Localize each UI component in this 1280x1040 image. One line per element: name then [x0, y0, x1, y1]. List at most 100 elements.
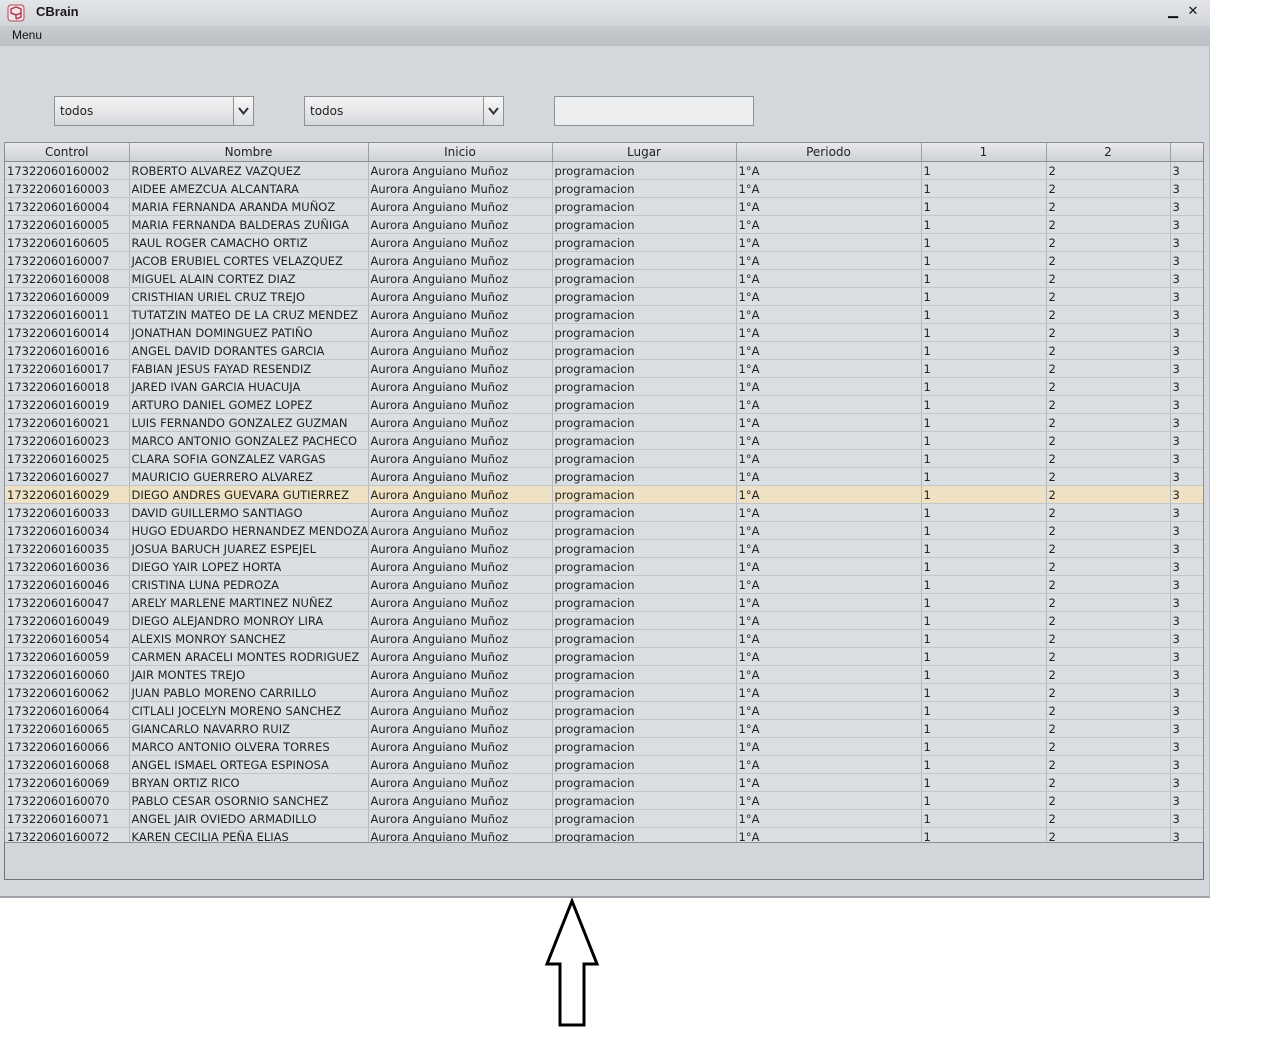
app-window: CBrain ▁ ✕ Menu todos todos Control Nomb…: [0, 0, 1210, 898]
grade-3-cell: 3: [1170, 179, 1203, 198]
table-row[interactable]: 17322060160062 JUAN PABLO MORENO CARRILLO…: [5, 683, 1203, 702]
grade-1-cell: 1: [921, 647, 1047, 666]
table-row[interactable]: 17322060160605 RAUL ROGER CAMACHO ORTIZ Au…: [5, 233, 1203, 252]
control-cell: 17322060160047: [5, 593, 130, 612]
nombre-cell: FABIAN JESUS FAYAD RESENDIZ: [129, 359, 369, 378]
table-row[interactable]: 17322060160011 TUTATZIN MATEO DE LA CRUZ …: [5, 305, 1203, 324]
table-row[interactable]: 17322060160004 MARIA FERNANDA ARANDA MUÑO…: [5, 197, 1203, 216]
column-header[interactable]: Lugar: [552, 143, 737, 162]
grade-3-cell: 3: [1170, 575, 1203, 594]
table-row[interactable]: 17322060160017 FABIAN JESUS FAYAD RESENDI…: [5, 359, 1203, 378]
table-row[interactable]: 17322060160070 PABLO CESAR OSORNIO SANCHE…: [5, 791, 1203, 810]
grade-2-cell: 2: [1046, 737, 1171, 756]
table-row[interactable]: 17322060160025 CLARA SOFIA GONZALEZ VARGA…: [5, 449, 1203, 468]
nombre-cell: HUGO EDUARDO HERNANDEZ MENDOZA: [129, 521, 369, 540]
table-row[interactable]: 17322060160069 BRYAN ORTIZ RICO Aurora Ang…: [5, 773, 1203, 792]
periodo-cell: 1°A: [736, 575, 922, 594]
column-header[interactable]: Nombre: [129, 143, 369, 162]
column-header[interactable]: 2: [1046, 143, 1171, 162]
filter-combo-1[interactable]: todos: [54, 96, 254, 126]
table-row[interactable]: 17322060160047 ARELY MARLENE MARTINEZ NUÑ…: [5, 593, 1203, 612]
grade-3-cell: 3: [1170, 683, 1203, 702]
table-row[interactable]: 17322060160036 DIEGO YAIR LOPEZ HORTA Auro…: [5, 557, 1203, 576]
grade-1-cell: 1: [921, 179, 1047, 198]
table-row[interactable]: 17322060160059 CARMEN ARACELI MONTES RODR…: [5, 647, 1203, 666]
control-cell: 17322060160033: [5, 503, 130, 522]
nombre-cell: CRISTINA LUNA PEDROZA: [129, 575, 369, 594]
table-row[interactable]: 17322060160029 DIEGO ANDRES GUEVARA GUTIE…: [5, 485, 1203, 504]
nombre-cell: DIEGO ANDRES GUEVARA GUTIERREZ: [129, 485, 369, 504]
grade-1-cell: 1: [921, 575, 1047, 594]
table-row[interactable]: 17322060160046 CRISTINA LUNA PEDROZA Auror…: [5, 575, 1203, 594]
control-cell: 17322060160003: [5, 179, 130, 198]
chevron-down-icon[interactable]: [233, 97, 253, 125]
control-cell: 17322060160016: [5, 341, 130, 360]
table-row[interactable]: 17322060160014 JONATHAN DOMINGUEZ PATIÑO A…: [5, 323, 1203, 342]
table-row[interactable]: 17322060160018 JARED IVAN GARCIA HUACUJA A…: [5, 377, 1203, 396]
inicio-cell: Aurora Anguiano Muñoz: [368, 341, 553, 360]
column-header[interactable]: Inicio: [368, 143, 553, 162]
filter-combo-2[interactable]: todos: [304, 96, 504, 126]
control-cell: 17322060160019: [5, 395, 130, 414]
table-row[interactable]: 17322060160066 MARCO ANTONIO OLVERA TORRE…: [5, 737, 1203, 756]
table-row[interactable]: 17322060160023 MARCO ANTONIO GONZALEZ PAC…: [5, 431, 1203, 450]
inicio-cell: Aurora Anguiano Muñoz: [368, 647, 553, 666]
chevron-down-icon[interactable]: [483, 97, 503, 125]
nombre-cell: JAIR MONTES TREJO: [129, 665, 369, 684]
table-row[interactable]: 17322060160009 CRISTHIAN URIEL CRUZ TREJO…: [5, 287, 1203, 306]
control-cell: 17322060160025: [5, 449, 130, 468]
table-row[interactable]: 17322060160021 LUIS FERNANDO GONZALEZ GUZ…: [5, 413, 1203, 432]
grade-1-cell: 1: [921, 197, 1047, 216]
table-row[interactable]: 17322060160003 AIDEE AMEZCUA ALCANTARA Aur…: [5, 179, 1203, 198]
nombre-cell: CITLALI JOCELYN MORENO SANCHEZ: [129, 701, 369, 720]
search-input[interactable]: [554, 96, 754, 126]
table-row[interactable]: 17322060160019 ARTURO DANIEL GOMEZ LOPEZ A…: [5, 395, 1203, 414]
control-cell: 17322060160029: [5, 485, 130, 504]
grade-2-cell: 2: [1046, 197, 1171, 216]
lugar-cell: programacion: [552, 791, 737, 810]
grade-3-cell: 3: [1170, 701, 1203, 720]
table-row[interactable]: 17322060160060 JAIR MONTES TREJO Aurora An…: [5, 665, 1203, 684]
table-row[interactable]: 17322060160008 MIGUEL ALAIN CORTEZ DIAZ Au…: [5, 269, 1203, 288]
lugar-cell: programacion: [552, 773, 737, 792]
title-bar[interactable]: CBrain ▁ ✕: [0, 0, 1210, 26]
table-row[interactable]: 17322060160033 DAVID GUILLERMO SANTIAGO Au…: [5, 503, 1203, 522]
table-row[interactable]: 17322060160005 MARIA FERNANDA BALDERAS ZU…: [5, 215, 1203, 234]
table-row[interactable]: 17322060160064 CITLALI JOCELYN MORENO SAN…: [5, 701, 1203, 720]
table-row[interactable]: 17322060160068 ANGEL ISMAEL ORTEGA ESPINO…: [5, 755, 1203, 774]
table-row[interactable]: 17322060160034 HUGO EDUARDO HERNANDEZ MEN…: [5, 521, 1203, 540]
lugar-cell: programacion: [552, 377, 737, 396]
minimize-button[interactable]: ▁: [1165, 4, 1181, 20]
grade-2-cell: 2: [1046, 521, 1171, 540]
nombre-cell: JACOB ERUBIEL CORTES VELAZQUEZ: [129, 251, 369, 270]
lugar-cell: programacion: [552, 413, 737, 432]
column-header[interactable]: Periodo: [736, 143, 922, 162]
table-row[interactable]: 17322060160035 JOSUA BARUCH JUAREZ ESPEJE…: [5, 539, 1203, 558]
table-row[interactable]: 17322060160007 JACOB ERUBIEL CORTES VELAZ…: [5, 251, 1203, 270]
grade-2-cell: 2: [1046, 269, 1171, 288]
grade-3-cell: 3: [1170, 611, 1203, 630]
grade-1-cell: 1: [921, 251, 1047, 270]
table-row[interactable]: 17322060160054 ALEXIS MONROY SANCHEZ Auror…: [5, 629, 1203, 648]
table-row[interactable]: 17322060160071 ANGEL JAIR OVIEDO ARMADILL…: [5, 809, 1203, 828]
grade-1-cell: 1: [921, 791, 1047, 810]
inicio-cell: Aurora Anguiano Muñoz: [368, 161, 553, 180]
table-row[interactable]: 17322060160002 ROBERTO ALVAREZ VAZQUEZ Aur…: [5, 161, 1203, 180]
students-table[interactable]: Control Nombre Inicio Lugar Periodo 1 2 173220…: [4, 142, 1204, 880]
inicio-cell: Aurora Anguiano Muñoz: [368, 449, 553, 468]
column-header[interactable]: Control: [5, 143, 130, 162]
inicio-cell: Aurora Anguiano Muñoz: [368, 431, 553, 450]
menu-item-menu[interactable]: Menu: [12, 28, 42, 42]
table-header-row: Control Nombre Inicio Lugar Periodo 1 2: [5, 143, 1203, 162]
table-row[interactable]: 17322060160065 GIANCARLO NAVARRO RUIZ Auro…: [5, 719, 1203, 738]
table-row[interactable]: 17322060160049 DIEGO ALEJANDRO MONROY LIR…: [5, 611, 1203, 630]
column-header[interactable]: 1: [921, 143, 1047, 162]
close-button[interactable]: ✕: [1185, 4, 1201, 20]
inicio-cell: Aurora Anguiano Muñoz: [368, 683, 553, 702]
table-row[interactable]: 17322060160027 MAURICIO GUERRERO ALVAREZ A…: [5, 467, 1203, 486]
periodo-cell: 1°A: [736, 287, 922, 306]
table-row[interactable]: 17322060160016 ANGEL DAVID DORANTES GARCI…: [5, 341, 1203, 360]
periodo-cell: 1°A: [736, 251, 922, 270]
column-header[interactable]: [1170, 143, 1203, 162]
grade-2-cell: 2: [1046, 233, 1171, 252]
